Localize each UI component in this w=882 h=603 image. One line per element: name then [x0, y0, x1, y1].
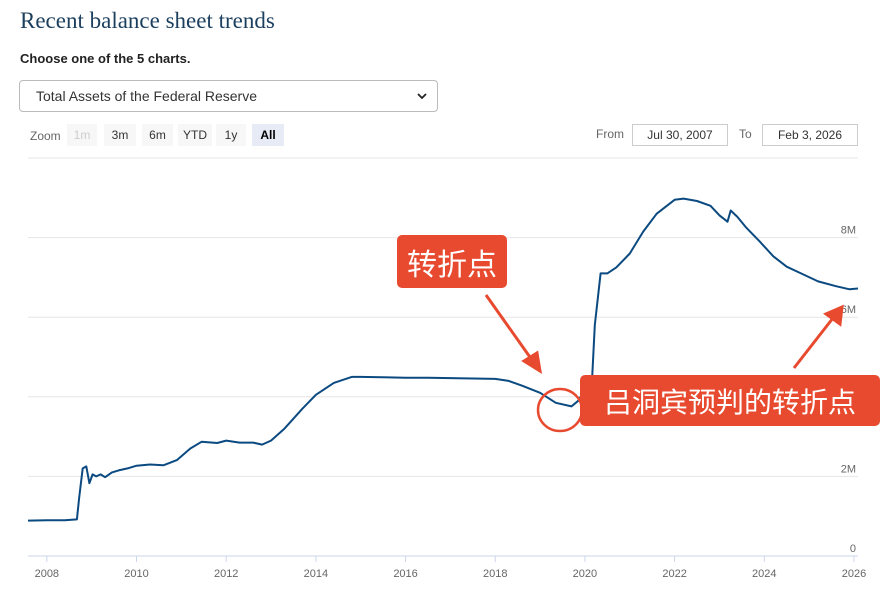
x-tick-label: 2018: [483, 568, 507, 580]
x-tick-label: 2012: [214, 568, 238, 580]
y-tick-label: 2M: [841, 463, 856, 475]
y-tick-label: 0: [850, 543, 856, 555]
x-tick-label: 2026: [842, 568, 866, 580]
x-tick-label: 2008: [35, 568, 59, 580]
turning-point-circle: [536, 387, 584, 433]
balance-sheet-chart: 2008 2010 2012 2014 2016 2018 2020 2022 2024 2026…: [27, 157, 866, 580]
x-tick-label: 2010: [124, 568, 148, 580]
x-tick-label: 2024: [752, 568, 776, 580]
turning-point-arrow: [484, 294, 543, 375]
x-tick-label: 2022: [662, 568, 686, 580]
x-tick-label: 2016: [393, 568, 417, 580]
y-tick-label: 8M: [841, 225, 856, 237]
x-tick-label: 2014: [304, 568, 328, 580]
predicted-turning-point-annotation: 吕洞宾预判的转折点: [580, 375, 880, 426]
turning-point-annotation: 转折点: [397, 235, 507, 288]
chart-gridlines: [28, 157, 858, 557]
x-axis: 2008 2010 2012 2014 2016 2018 2020 2022 2024 2026: [35, 556, 866, 580]
predicted-point-arrow: [792, 304, 844, 369]
x-tick-label: 2020: [573, 568, 597, 580]
